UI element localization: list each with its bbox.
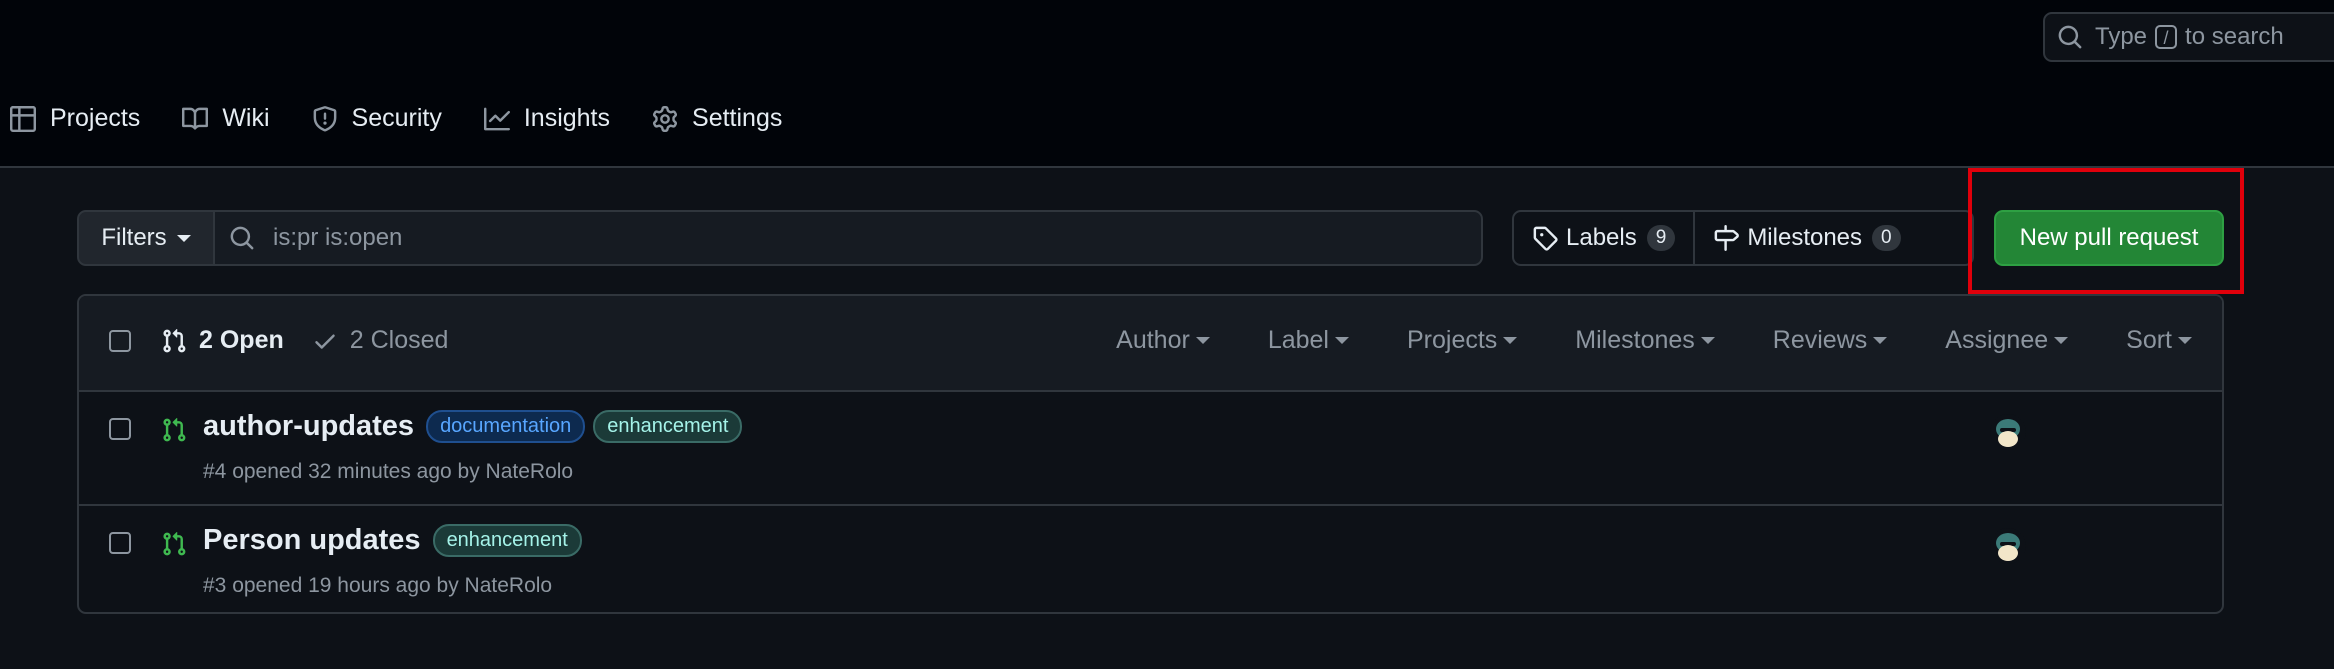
label-filter-label: Label — [1267, 326, 1329, 354]
labels-count: 9 — [1646, 225, 1676, 251]
closed-prs-label: 2 Closed — [349, 326, 449, 354]
git-pull-request-icon — [163, 328, 186, 352]
search-icon — [230, 226, 254, 250]
author-filter-dropdown[interactable]: Author — [1116, 326, 1210, 355]
pr-meta: #4 opened 32 minutes ago by NateRolo — [203, 460, 574, 483]
pull-request-list: 2 Open 2 Closed Author Label Projects Mi… — [77, 294, 2224, 614]
label-documentation[interactable]: documentation — [426, 410, 586, 443]
milestones-label: Milestones — [1747, 224, 1863, 251]
pr-title-line: Person updates enhancement — [203, 524, 586, 557]
list-filter-dropdowns: Author Label Projects Milestones Reviews… — [1058, 326, 2192, 355]
nav-insights-label: Insights — [523, 104, 611, 132]
caret-down-icon — [1700, 337, 1715, 344]
top-header: Type / to search Projects Wiki Security … — [0, 0, 2334, 168]
labels-label: Labels — [1566, 224, 1637, 251]
nav-insights[interactable]: Insights — [483, 104, 611, 133]
milestones-count: 0 — [1872, 225, 1901, 251]
caret-down-icon — [176, 234, 191, 242]
milestones-filter-dropdown[interactable]: Milestones — [1575, 326, 1715, 355]
filters-label: Filters — [101, 224, 167, 251]
nav-projects-label: Projects — [50, 104, 141, 132]
pr-search-value: is:pr is:open — [273, 224, 403, 251]
pr-title-link[interactable]: author-updates — [203, 410, 414, 443]
projects-filter-dropdown[interactable]: Projects — [1406, 326, 1518, 355]
caret-down-icon — [2178, 337, 2192, 344]
nav-settings[interactable]: Settings — [652, 104, 782, 133]
label-enhancement[interactable]: enhancement — [432, 524, 582, 557]
pr-title-link[interactable]: Person updates — [203, 524, 421, 557]
row-checkbox[interactable] — [109, 418, 131, 440]
new-pull-request-button[interactable]: New pull request — [1994, 210, 2224, 266]
pr-title-line: author-updates documentation enhancement — [203, 410, 746, 443]
milestone-icon — [1714, 225, 1740, 251]
pull-request-list-header: 2 Open 2 Closed Author Label Projects Mi… — [79, 296, 2222, 392]
filters-dropdown-button[interactable]: Filters — [77, 210, 215, 266]
caret-down-icon — [1503, 337, 1518, 344]
assignee-filter-label: Assignee — [1945, 326, 2049, 354]
nav-wiki[interactable]: Wiki — [182, 104, 270, 133]
projects-filter-label: Projects — [1406, 326, 1498, 354]
caret-down-icon — [1873, 337, 1888, 344]
nav-settings-label: Settings — [692, 104, 783, 132]
nav-security[interactable]: Security — [312, 104, 442, 133]
closed-prs-tab[interactable]: 2 Closed — [312, 326, 449, 355]
reviews-filter-label: Reviews — [1772, 326, 1868, 354]
caret-down-icon — [1334, 337, 1349, 344]
pr-search-input[interactable]: is:pr is:open — [213, 210, 1483, 266]
new-pull-request-label: New pull request — [2019, 224, 2199, 251]
pull-request-row: author-updates documentation enhancement… — [79, 392, 2222, 506]
pr-meta: #3 opened 19 hours ago by NateRolo — [203, 574, 553, 597]
assignee-avatar[interactable] — [1990, 528, 2026, 564]
row-checkbox[interactable] — [109, 532, 131, 554]
search-shortcut-key: / — [2155, 25, 2178, 49]
search-prefix: Type — [2095, 23, 2148, 50]
search-icon — [2058, 25, 2082, 49]
reviews-filter-dropdown[interactable]: Reviews — [1772, 326, 1888, 355]
caret-down-icon — [1195, 337, 1210, 344]
labels-milestones-group: Labels 9 Milestones 0 — [1512, 210, 1974, 266]
book-icon — [182, 107, 209, 130]
select-all-checkbox[interactable] — [109, 330, 131, 352]
git-pull-request-open-icon — [163, 417, 186, 442]
sort-label: Sort — [2126, 326, 2172, 354]
caret-down-icon — [2054, 337, 2069, 344]
open-prs-label: 2 Open — [199, 326, 284, 354]
milestones-button[interactable]: Milestones 0 — [1693, 212, 1918, 264]
pr-state-toggle: 2 Open 2 Closed — [161, 326, 476, 355]
label-filter-dropdown[interactable]: Label — [1268, 326, 1349, 355]
gear-icon — [652, 105, 678, 132]
assignee-avatar[interactable] — [1990, 414, 2026, 450]
search-suffix: to search — [2185, 23, 2284, 50]
graph-icon — [483, 107, 510, 130]
repo-nav: Projects Wiki Security Insights Settings — [10, 104, 824, 133]
git-pull-request-open-icon — [163, 531, 186, 556]
nav-security-label: Security — [351, 104, 442, 132]
nav-projects[interactable]: Projects — [10, 104, 140, 133]
assignee-filter-dropdown[interactable]: Assignee — [1945, 326, 2069, 355]
label-enhancement[interactable]: enhancement — [593, 410, 743, 443]
table-icon — [10, 105, 36, 132]
open-prs-tab[interactable]: 2 Open — [161, 326, 284, 355]
check-icon — [315, 334, 335, 349]
milestones-filter-label: Milestones — [1575, 326, 1695, 354]
tag-icon — [1533, 226, 1558, 251]
author-filter-label: Author — [1116, 326, 1190, 354]
sort-dropdown[interactable]: Sort — [2126, 326, 2192, 355]
shield-icon — [313, 105, 336, 131]
nav-wiki-label: Wiki — [222, 104, 270, 132]
pull-request-row: Person updates enhancement #3 opened 19 … — [79, 506, 2222, 612]
global-search-input[interactable]: Type / to search — [2043, 12, 2334, 62]
labels-button[interactable]: Labels 9 — [1514, 212, 1693, 264]
